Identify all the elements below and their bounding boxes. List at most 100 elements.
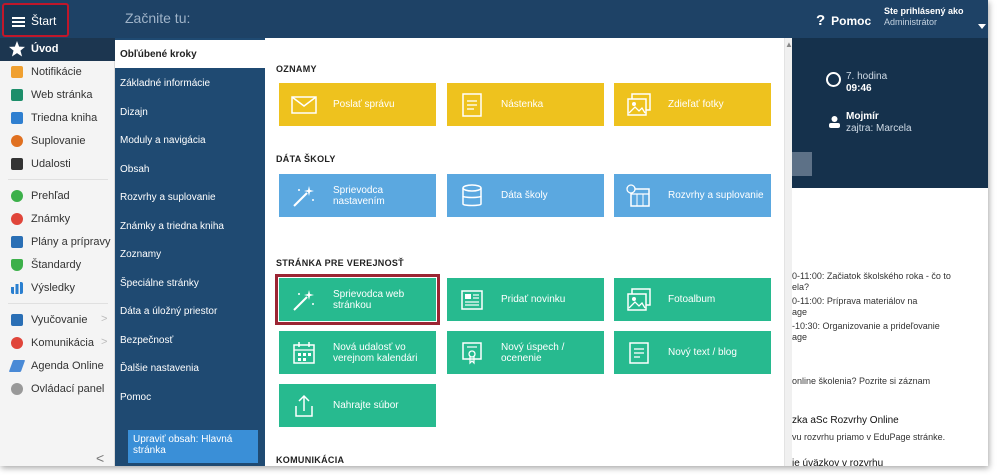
chevron-right-icon: > bbox=[101, 336, 108, 348]
new-event-tile[interactable]: Nová udalosť vo verejnom kalendári bbox=[279, 331, 436, 374]
category-item[interactable]: Moduly a navigácia bbox=[115, 126, 265, 154]
sidebar-item-uvod[interactable]: Úvod bbox=[0, 38, 115, 61]
edit-content-button[interactable]: Upraviť obsah: Hlavná stránka bbox=[128, 430, 258, 463]
photo-album-tile[interactable]: Fotoalbum bbox=[614, 278, 771, 321]
share-photos-tile[interactable]: Zdieľať fotky bbox=[614, 83, 771, 126]
category-label: Moduly a navigácia bbox=[120, 135, 206, 146]
app-shell: Štart Začnite tu: ? Pomoc Ste prihlásený … bbox=[0, 0, 999, 475]
tile-label: Pridať novinku bbox=[501, 294, 566, 305]
news-line[interactable]: -10:30: Organizovanie a prideľovanie bbox=[792, 321, 940, 331]
gear-icon bbox=[11, 383, 23, 395]
board-tile[interactable]: Nástenka bbox=[447, 83, 604, 126]
sidebar-item-notifikacie[interactable]: Notifikácie bbox=[0, 61, 115, 84]
sidebar-item-label: Výsledky bbox=[31, 282, 76, 294]
shield-icon bbox=[11, 259, 23, 271]
calendar-icon bbox=[11, 158, 23, 170]
news-line[interactable]: 0-11:00: Príprava materiálov na bbox=[792, 296, 917, 306]
school-data-tile[interactable]: Dáta školy bbox=[447, 174, 604, 217]
category-item[interactable]: Pomoc bbox=[115, 383, 265, 411]
current-hour-label: 7. hodina bbox=[846, 71, 888, 82]
tile-label: Dáta školy bbox=[501, 190, 548, 201]
sidebar-item-komunikacia[interactable]: Komunikácia > bbox=[0, 332, 115, 355]
send-message-tile[interactable]: Poslať správu bbox=[279, 83, 436, 126]
sidebar-item-label: Udalosti bbox=[31, 158, 71, 170]
home-icon bbox=[11, 89, 23, 101]
category-item[interactable]: Dáta a úložný priestor bbox=[115, 297, 265, 325]
timetables-tile[interactable]: Rozvrhy a suplovanie bbox=[614, 174, 771, 217]
top-bar: Štart Začnite tu: ? Pomoc Ste prihlásený … bbox=[0, 0, 988, 38]
sidebar-item-label: Prehľad bbox=[31, 190, 70, 202]
caret-down-icon[interactable] bbox=[978, 24, 986, 29]
magic-wand-icon bbox=[293, 186, 314, 207]
help-button[interactable]: ? Pomoc bbox=[816, 12, 871, 29]
newspaper-icon bbox=[461, 290, 483, 310]
add-news-tile[interactable]: Pridať novinku bbox=[447, 278, 604, 321]
category-item[interactable]: Známky a triedna kniha bbox=[115, 212, 265, 240]
sidebar-item-prehlad[interactable]: Prehľad bbox=[0, 185, 115, 208]
news-line[interactable]: age bbox=[792, 332, 807, 342]
duty-teacher: Mojmír bbox=[846, 111, 879, 122]
search-prompt[interactable]: Začnite tu: bbox=[125, 10, 190, 26]
sidebar-item-znamky[interactable]: Známky bbox=[0, 208, 115, 231]
sidebar-item-triedna-kniha[interactable]: Triedna kniha bbox=[0, 107, 115, 130]
category-item[interactable]: Špeciálne stránky bbox=[115, 269, 265, 297]
category-item[interactable]: Ďalšie nastavenia bbox=[115, 354, 265, 382]
category-item[interactable]: Obsah bbox=[115, 155, 265, 183]
category-label: Obsah bbox=[120, 164, 150, 175]
user-role: Administrátor bbox=[884, 17, 938, 27]
upload-file-tile[interactable]: Nahrajte súbor bbox=[279, 384, 436, 427]
category-item[interactable]: Dizajn bbox=[115, 98, 265, 126]
new-success-tile[interactable]: Nový úspech / ocenenie bbox=[447, 331, 604, 374]
sidebar-item-agenda-online[interactable]: Agenda Online bbox=[0, 355, 115, 378]
tile-label: Nový text / blog bbox=[668, 347, 737, 358]
app-window: Štart Začnite tu: ? Pomoc Ste prihlásený … bbox=[0, 0, 988, 466]
widget-button[interactable] bbox=[792, 152, 812, 176]
sidebar-item-label: Ovládací panel bbox=[31, 383, 105, 395]
tile-label: Rozvrhy a suplovanie bbox=[668, 190, 764, 201]
news-line[interactable]: online školenia? Pozrite si záznam bbox=[792, 376, 930, 386]
collapse-sidebar-icon[interactable]: < bbox=[96, 450, 104, 466]
web-wizard-tile[interactable]: Sprievodca web stránkou bbox=[275, 274, 440, 325]
sidebar-item-vysledky[interactable]: Výsledky bbox=[0, 277, 115, 300]
person-icon bbox=[829, 116, 840, 128]
tile-label: Sprievodca nastavením bbox=[333, 184, 385, 207]
sidebar-item-label: Komunikácia bbox=[31, 337, 94, 349]
sidebar-item-standardy[interactable]: Štandardy bbox=[0, 254, 115, 277]
category-label: Rozvrhy a suplovanie bbox=[120, 192, 216, 203]
sidebar-item-vyucovanie[interactable]: Vyučovanie > bbox=[0, 309, 115, 332]
category-item[interactable]: Bezpečnosť bbox=[115, 326, 265, 354]
sidebar-item-plany[interactable]: Plány a prípravy bbox=[0, 231, 115, 254]
sidebar-item-label: Suplovanie bbox=[31, 135, 86, 147]
news-line[interactable]: age bbox=[792, 307, 807, 317]
scroll-up-icon[interactable]: ▲ bbox=[785, 40, 793, 49]
briefcase-icon bbox=[11, 314, 23, 326]
timetable-icon bbox=[626, 184, 650, 207]
help-label: Pomoc bbox=[831, 14, 872, 28]
category-item[interactable]: Obľúbené kroky bbox=[115, 40, 265, 68]
people-icon bbox=[11, 337, 23, 349]
news-line[interactable]: zka aSc Rozvrhy Online bbox=[792, 415, 899, 426]
sidebar-item-ovladaci-panel[interactable]: Ovládací panel bbox=[0, 378, 115, 401]
news-line[interactable]: 0-11:00: Začiatok školského roka - čo to bbox=[792, 271, 951, 281]
category-item[interactable]: Zoznamy bbox=[115, 240, 265, 268]
tile-label: Nový úspech / ocenenie bbox=[501, 341, 565, 364]
start-label: Štart bbox=[31, 14, 57, 28]
sidebar-item-udalosti[interactable]: Udalosti bbox=[0, 153, 115, 176]
panel-scrollbar[interactable] bbox=[784, 38, 792, 466]
upload-icon bbox=[295, 394, 313, 417]
setup-wizard-tile[interactable]: Sprievodca nastavením bbox=[279, 174, 436, 217]
sidebar-item-suplovanie[interactable]: Suplovanie bbox=[0, 130, 115, 153]
new-text-tile[interactable]: Nový text / blog bbox=[614, 331, 771, 374]
tile-label: Nová udalosť vo verejnom kalendári bbox=[333, 341, 418, 364]
news-line[interactable]: ie úväzkov v rozvrhu bbox=[792, 458, 883, 466]
start-button[interactable]: Štart bbox=[2, 3, 69, 37]
category-menu: Obľúbené kroky Základné informácie Dizaj… bbox=[115, 38, 265, 466]
category-item[interactable]: Rozvrhy a suplovanie bbox=[115, 183, 265, 211]
news-line[interactable]: ela? bbox=[792, 282, 809, 292]
sidebar-item-label: Úvod bbox=[31, 43, 59, 55]
star-icon bbox=[9, 41, 25, 57]
user-menu[interactable]: Ste prihlásený ako Administrátor bbox=[884, 6, 964, 28]
category-item[interactable]: Základné informácie bbox=[115, 69, 265, 97]
sidebar-item-label: Triedna kniha bbox=[31, 112, 98, 124]
sidebar-item-web-stranka[interactable]: Web stránka bbox=[0, 84, 115, 107]
